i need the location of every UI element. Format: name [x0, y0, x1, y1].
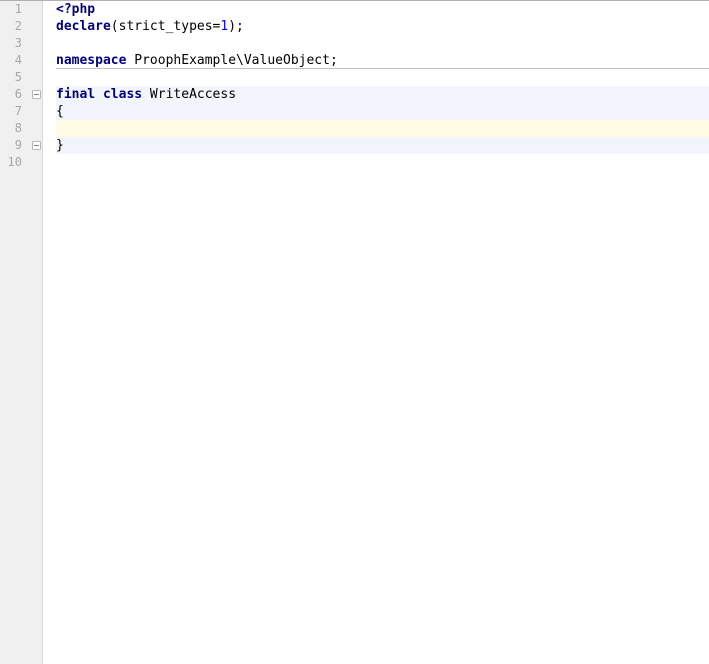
line-number: 1	[0, 1, 30, 18]
code-text: WriteAccess	[142, 87, 236, 102]
line-number-gutter: 1 2 3 4 5 6 7 8 9 10	[0, 1, 30, 664]
brace-open: {	[56, 104, 64, 119]
code-line[interactable]: <?php	[56, 1, 709, 18]
code-line[interactable]: namespace ProophExample\ValueObject;	[56, 52, 709, 69]
line-number: 5	[0, 69, 30, 86]
editor-margin	[42, 1, 56, 664]
code-text	[95, 87, 103, 102]
code-text: );	[228, 19, 244, 34]
line-number: 9	[0, 137, 30, 154]
fold-toggle-icon[interactable]	[32, 90, 41, 99]
code-text: ProophExample\ValueObject;	[126, 53, 337, 68]
keyword-declare: declare	[56, 19, 111, 34]
line-number: 2	[0, 18, 30, 35]
code-line[interactable]	[56, 69, 709, 86]
line-number: 8	[0, 120, 30, 137]
line-number: 10	[0, 154, 30, 171]
code-line[interactable]	[56, 35, 709, 52]
code-line[interactable]: {	[56, 103, 709, 120]
line-number: 6	[0, 86, 30, 103]
code-line[interactable]: final class WriteAccess	[56, 86, 709, 103]
brace-close: }	[56, 138, 64, 153]
code-line[interactable]: }	[56, 137, 709, 154]
code-line-current[interactable]	[56, 120, 709, 137]
php-open-tag: <?php	[56, 2, 95, 17]
line-number: 4	[0, 52, 30, 69]
fold-gutter	[30, 1, 42, 664]
code-area[interactable]: <?php declare(strict_types=1); namespace…	[56, 1, 709, 664]
line-number: 3	[0, 35, 30, 52]
code-editor: 1 2 3 4 5 6 7 8 9 10 <?php declare(stric…	[0, 1, 709, 664]
keyword-class: class	[103, 87, 142, 102]
code-line[interactable]: declare(strict_types=1);	[56, 18, 709, 35]
keyword-namespace: namespace	[56, 53, 126, 68]
keyword-final: final	[56, 87, 95, 102]
line-number: 7	[0, 103, 30, 120]
code-line[interactable]	[56, 154, 709, 171]
fold-toggle-icon[interactable]	[32, 141, 41, 150]
code-text: (strict_types=	[111, 19, 221, 34]
